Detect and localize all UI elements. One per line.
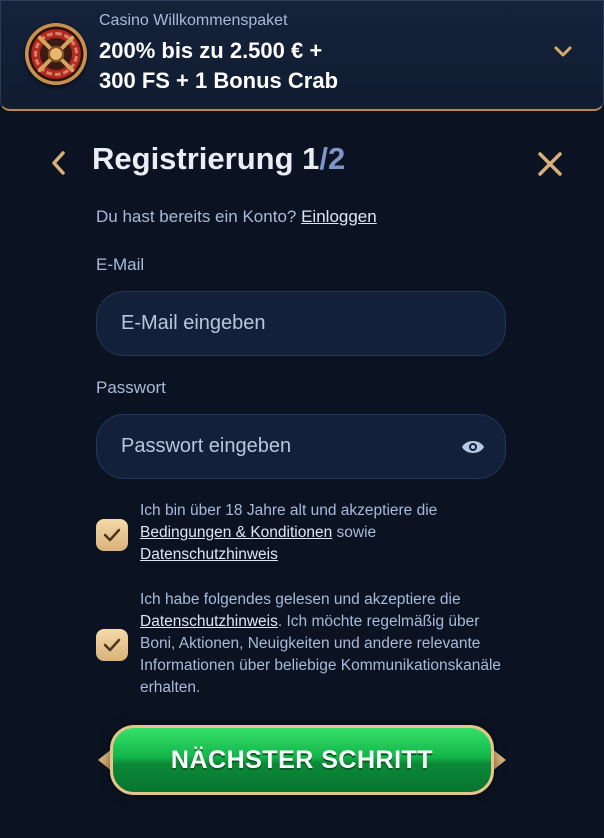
login-prompt: Du hast bereits ein Konto? Einloggen xyxy=(96,207,377,227)
title-step-total: 2 xyxy=(328,141,346,176)
promo-title-line2: 300 FS + 1 Bonus Crab xyxy=(99,68,339,93)
age-terms-consent-text: Ich bin über 18 Jahre alt und akzeptiere… xyxy=(140,500,510,566)
welcome-package-banner[interactable]: Casino Willkommenspaket 200% bis zu 2.50… xyxy=(0,0,604,111)
login-link[interactable]: Einloggen xyxy=(301,207,377,226)
consent1-text-a: Ich bin über 18 Jahre alt und akzeptiere… xyxy=(140,502,438,519)
title-text: Registrierung 1 xyxy=(92,141,320,176)
eye-icon[interactable] xyxy=(461,436,485,458)
title-step-separator: / xyxy=(319,141,329,176)
chevron-down-icon[interactable] xyxy=(553,45,573,59)
promo-kicker: Casino Willkommenspaket xyxy=(99,12,288,29)
age-terms-checkbox[interactable] xyxy=(96,519,128,551)
privacy-link-2[interactable]: Datenschutzhinweis xyxy=(140,613,278,630)
next-step-button-frame: NÄCHSTER SCHRITT xyxy=(98,720,506,800)
terms-link[interactable]: Bedingungen & Konditionen xyxy=(140,524,332,541)
checkmark-icon xyxy=(103,528,121,542)
promo-title: 200% bis zu 2.500 € + 300 FS + 1 Bonus C… xyxy=(99,36,519,96)
password-label: Passwort xyxy=(96,378,166,397)
next-step-button[interactable]: NÄCHSTER SCHRITT xyxy=(110,725,494,795)
close-icon[interactable] xyxy=(536,150,564,178)
consent2-text-a: Ich habe folgendes gelesen und akzeptier… xyxy=(140,591,461,608)
login-prompt-text: Du hast bereits ein Konto? xyxy=(96,207,297,226)
email-field-wrapper xyxy=(96,291,506,356)
promo-title-line1: 200% bis zu 2.500 € + xyxy=(99,38,323,63)
email-field[interactable] xyxy=(119,292,449,355)
checkmark-icon xyxy=(103,638,121,652)
consent1-text-b: sowie xyxy=(336,524,377,541)
page-title: Registrierung 1/2 xyxy=(92,141,345,177)
marketing-consent-text: Ich habe folgendes gelesen und akzeptier… xyxy=(140,589,510,699)
roulette-wheel-icon xyxy=(25,23,87,85)
password-field-wrapper xyxy=(96,414,506,479)
privacy-link-1[interactable]: Datenschutzhinweis xyxy=(140,546,278,563)
password-field[interactable] xyxy=(119,415,449,478)
email-label: E-Mail xyxy=(96,255,145,274)
back-arrow-icon[interactable] xyxy=(48,150,70,176)
next-step-label: NÄCHSTER SCHRITT xyxy=(170,746,434,774)
marketing-consent-checkbox[interactable] xyxy=(96,629,128,661)
